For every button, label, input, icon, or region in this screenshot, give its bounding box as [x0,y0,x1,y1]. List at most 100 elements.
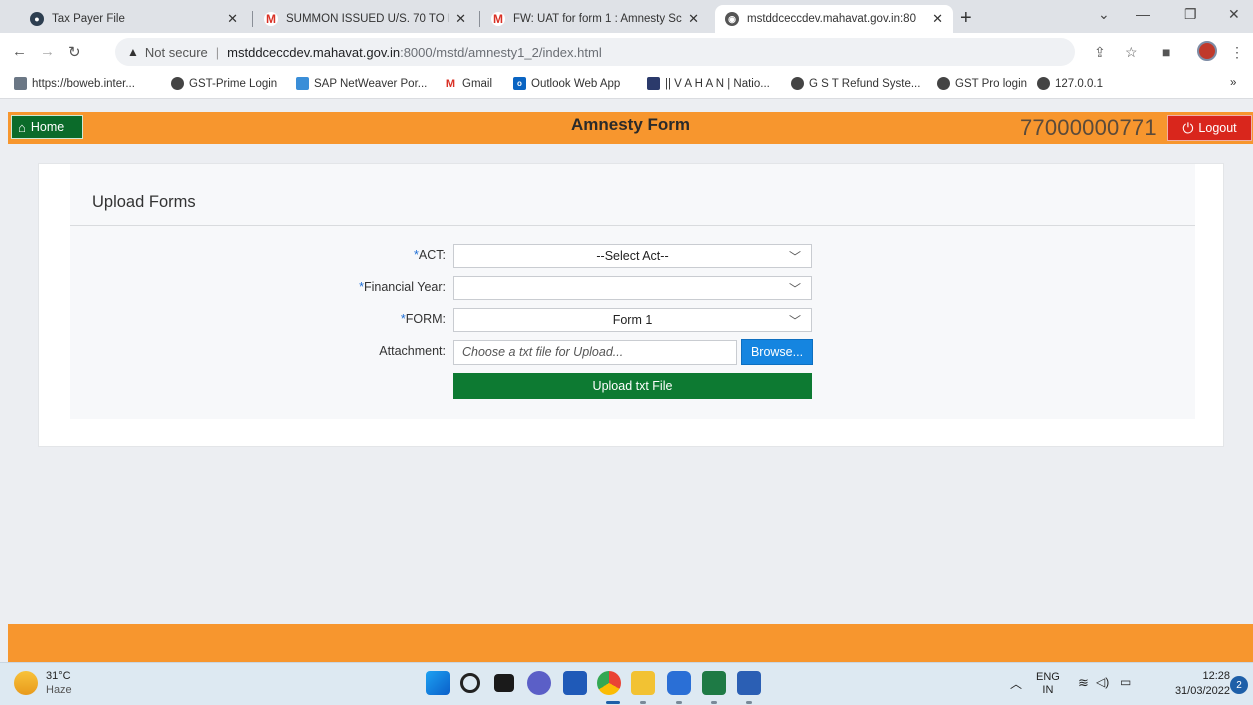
share-icon[interactable]: ⇪ [1094,44,1106,61]
volume-icon[interactable]: ◁) [1096,675,1109,689]
gmail-icon: M [264,12,278,26]
microsoft-store-icon[interactable] [563,671,587,695]
financial-year-label: *Financial Year: [359,280,446,294]
reload-icon[interactable]: ↻ [68,43,81,61]
browse-button[interactable]: Browse... [741,339,813,365]
task-view-icon[interactable] [494,674,514,692]
home-icon: ⌂ [18,119,26,135]
warning-icon: ▲ [127,45,139,59]
forward-icon[interactable]: → [40,43,55,60]
close-icon[interactable]: ✕ [227,11,238,27]
url-path: :8000/mstd/amnesty1_2/index.html [400,44,602,60]
windows-start-icon[interactable] [426,671,450,695]
sap-icon [296,77,309,90]
upload-txt-file-button[interactable]: Upload txt File [453,373,812,399]
weather-temp: 31°C [46,670,71,682]
tab-fw-uat-form1[interactable]: M FW: UAT for form 1 : Amnesty Sc ✕ [481,5,709,33]
bookmarks-overflow[interactable]: » [1230,77,1236,89]
teams-chat-icon[interactable] [527,671,551,695]
bookmark-label: SAP NetWeaver Por... [314,77,428,90]
bookmark-localhost[interactable]: 127.0.0.1 [1037,77,1103,90]
tab-summon-issued[interactable]: M SUMMON ISSUED U/S. 70 TO M/ ✕ [254,5,476,33]
bookmark-outlook[interactable]: o Outlook Web App [513,77,620,90]
file-explorer-icon[interactable] [631,671,655,695]
globe-icon [791,77,804,90]
word-icon[interactable] [737,671,761,695]
browser-toolbar: ← → ↻ ▲ Not secure | mstddceccdev.mahava… [0,33,1253,71]
tab-title: FW: UAT for form 1 : Amnesty Sc [513,13,682,25]
bookmark-gst-refund[interactable]: G S T Refund Syste... [791,77,920,90]
window-close-icon[interactable]: ✕ [1228,6,1240,23]
chevron-down-icon: ﹀ [788,250,801,264]
bookmark-gst-pro[interactable]: GST Pro login [937,77,1027,90]
address-divider: | [215,44,220,60]
tab-search-icon[interactable]: ⌄ [1098,6,1110,23]
home-button[interactable]: ⌂ Home [11,115,83,139]
bookmark-vahan[interactable]: || V A H A N | Natio... [647,77,770,90]
profile-avatar[interactable] [1197,41,1217,61]
close-icon[interactable]: ✕ [932,11,943,27]
clock[interactable]: 12:28 31/03/2022 [1150,669,1230,699]
act-select[interactable]: --Select Act-- ﹀ [453,244,812,268]
notification-badge[interactable]: 2 [1230,676,1248,694]
search-icon[interactable] [460,673,480,693]
power-icon: ⏻ [1182,119,1194,136]
bookmark-label: Outlook Web App [531,77,621,90]
emblem-icon [14,77,27,90]
app-footer [8,624,1253,662]
windows-taskbar: 31°C Haze ︿ ENG IN ≋ ◁) ▭ 12:28 31/03/20… [0,662,1253,705]
security-shield-icon[interactable] [667,671,691,695]
close-icon[interactable]: ✕ [455,11,466,27]
chevron-up-icon[interactable]: ︿ [1010,675,1022,692]
tab-title: mstddceccdev.mahavat.gov.in:80 [747,13,916,25]
attachment-label: Attachment: [379,344,446,358]
wifi-icon[interactable]: ≋ [1078,675,1089,691]
restore-icon[interactable]: ❐ [1184,6,1197,23]
minimize-icon[interactable]: — [1136,6,1150,22]
new-tab-icon[interactable]: + [960,7,972,30]
bookmark-label: https://boweb.inter... [32,77,135,90]
address-bar[interactable]: ▲ Not secure | mstddceccdev.mahavat.gov.… [115,38,1075,66]
language-indicator[interactable]: ENG IN [1036,671,1060,697]
back-icon[interactable]: ← [12,43,27,60]
chrome-icon[interactable] [597,671,621,695]
globe-icon [171,77,184,90]
side-panel-icon[interactable]: ■ [1162,44,1170,60]
home-label: Home [30,120,65,134]
bookmark-label: GST-Prime Login [189,77,278,90]
bookmark-gmail[interactable]: M Gmail [444,77,492,90]
chevron-down-icon: ﹀ [788,314,801,328]
running-app-indicator [676,701,682,704]
globe-icon: ◉ [725,12,739,26]
user-id: 77000000771 [1020,115,1157,140]
bookmark-gst-prime[interactable]: GST-Prime Login [171,77,277,90]
tab-title: Tax Payer File [52,13,125,25]
chrome-favicon-icon: ● [30,12,44,26]
form-select-value: Form 1 [612,313,653,327]
logout-button[interactable]: ⏻ Logout [1167,115,1252,141]
form-label: *FORM: [400,312,446,326]
bookmark-sap[interactable]: SAP NetWeaver Por... [296,77,427,90]
financial-year-select[interactable]: ﹀ [453,276,812,300]
act-label: *ACT: [414,248,446,262]
excel-icon[interactable] [702,671,726,695]
battery-icon[interactable]: ▭ [1120,675,1131,689]
vahan-icon [647,77,660,90]
close-icon[interactable]: ✕ [688,11,699,27]
menu-icon[interactable]: ⋮ [1230,44,1244,61]
tab-amnesty-form[interactable]: ◉ mstddceccdev.mahavat.gov.in:80 ✕ [715,5,953,33]
bookmark-star-icon[interactable]: ☆ [1125,44,1138,61]
form-select[interactable]: Form 1 ﹀ [453,308,812,332]
globe-icon [937,77,950,90]
haze-sun-icon [14,671,38,695]
weather-widget[interactable]: 31°C Haze [14,669,72,697]
act-select-value: --Select Act-- [596,249,669,263]
upload-forms-card: Upload Forms *ACT: --Select Act-- ﹀ *Fin… [38,163,1224,447]
logout-label: Logout [1198,121,1237,135]
tab-title: SUMMON ISSUED U/S. 70 TO M/ [286,13,450,25]
tab-tax-payer-file[interactable]: ● Tax Payer File ✕ [20,5,248,33]
section-divider [70,225,1195,226]
attachment-file-input[interactable]: Choose a txt file for Upload... [453,340,737,365]
browser-tab-strip: ● Tax Payer File ✕ M SUMMON ISSUED U/S. … [0,0,1253,33]
bookmark-boweb[interactable]: https://boweb.inter... [14,77,135,90]
